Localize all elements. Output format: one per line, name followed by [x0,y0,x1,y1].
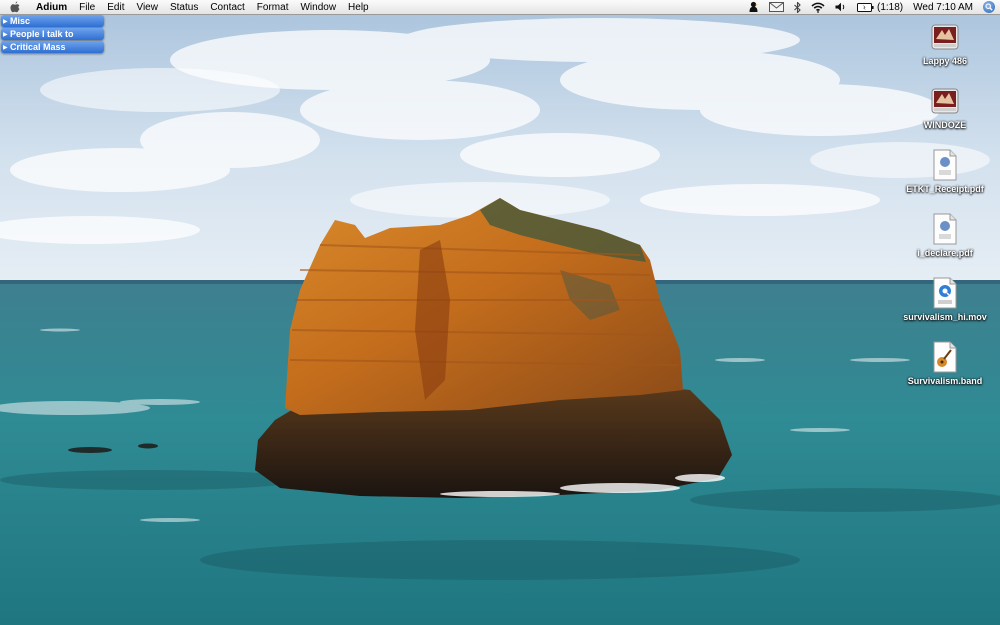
desktop-icon-etkt-receipt-pdf[interactable]: ETKT_Receipt.pdf [895,148,995,194]
icon-label: i_declare.pdf [917,248,973,258]
hard-drive-icon [929,84,961,118]
menubar-clock[interactable]: Wed 7:10 AM [908,0,978,15]
menu-edit[interactable]: Edit [101,0,130,15]
icon-label: WINDOZE [923,120,967,130]
desktop-icon-survivalism-hi-mov[interactable]: survivalism_hi.mov [895,276,995,322]
apple-menu-icon[interactable] [0,1,30,13]
desktop-icon-lappy-486[interactable]: Lappy 486 [895,20,995,66]
icon-label: Survivalism.band [907,376,983,386]
bluetooth-icon[interactable] [789,0,806,15]
volume-icon[interactable] [830,0,852,15]
menu-window[interactable]: Window [294,0,342,15]
desktop-icon-survivalism-band[interactable]: Survivalism.band [895,340,995,386]
desktop-wallpaper [0,0,1000,625]
disclosure-triangle-icon[interactable]: ▶ [3,44,10,51]
menu-extras: (1:18) Wed 7:10 AM [743,0,1000,15]
pdf-document-icon [929,212,961,246]
desktop-icon-windoze[interactable]: WINDOZE [895,84,995,130]
disclosure-triangle-icon[interactable]: ▶ [3,18,10,25]
garageband-project-icon [929,340,961,374]
menu-bar: Adium File Edit View Status Contact Form… [0,0,1000,15]
spotlight-button[interactable] [978,0,1000,15]
contact-group-people[interactable]: ▶ People I talk to [1,28,104,40]
icon-label: survivalism_hi.mov [903,312,987,322]
contact-group-critical-mass[interactable]: ▶ Critical Mass [1,41,104,53]
contact-group-misc[interactable]: ▶ Misc [1,15,104,27]
wifi-icon[interactable] [806,0,830,15]
menu-app-adium[interactable]: Adium [30,0,73,15]
battery-icon [857,2,874,12]
group-label: People I talk to [10,29,74,39]
clock-text: Wed 7:10 AM [913,1,973,13]
menu-contact[interactable]: Contact [204,0,250,15]
spotlight-icon [983,1,995,13]
group-label: Misc [10,16,31,26]
quicktime-movie-icon [929,276,961,310]
icon-label: ETKT_Receipt.pdf [906,184,984,194]
pdf-document-icon [929,148,961,182]
battery-time: (1:18) [877,1,904,13]
desktop-icon-i-declare-pdf[interactable]: i_declare.pdf [895,212,995,258]
menu-format[interactable]: Format [251,0,295,15]
menu-help[interactable]: Help [342,0,375,15]
group-label: Critical Mass [10,42,66,52]
menu-view[interactable]: View [130,0,164,15]
icon-label: Lappy 486 [922,56,968,66]
menu-status[interactable]: Status [164,0,204,15]
disclosure-triangle-icon[interactable]: ▶ [3,31,10,38]
adium-duck-icon[interactable] [743,0,764,15]
adium-contact-list: ▶ Misc ▶ People I talk to ▶ Critical Mas… [1,15,104,54]
battery-status[interactable]: (1:18) [852,0,908,15]
hard-drive-icon [929,20,961,54]
menu-file[interactable]: File [73,0,101,15]
mail-icon[interactable] [764,0,789,15]
menu-list: Adium File Edit View Status Contact Form… [30,0,375,15]
